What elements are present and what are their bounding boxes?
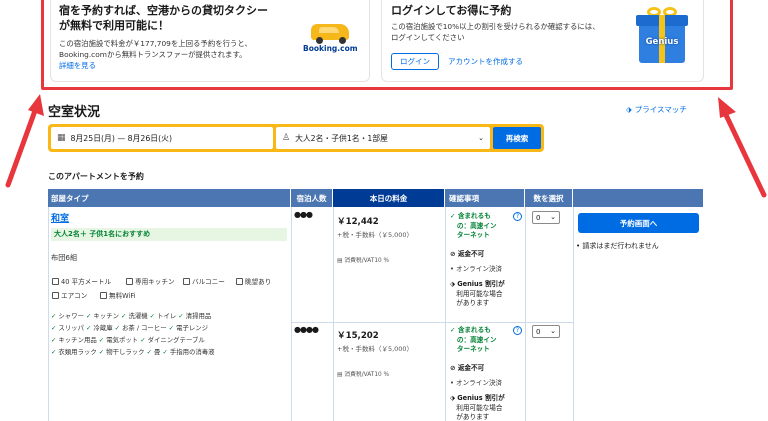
header-room-type: 部屋タイプ [48,189,291,207]
facility-size: 40 平方メートル [52,276,111,286]
rate2-help-icon[interactable]: ? [513,326,522,335]
rate1-genius: ⬗ Genius 割引が 利用可能な場合 があります [450,280,505,307]
bed-info: 布団6組 [51,253,78,262]
room-name-link[interactable]: 和室 [51,211,69,224]
rate1-quantity-select[interactable]: 0 ⌄ [532,211,560,224]
kitchen-icon [126,277,133,285]
guest-value: 大人2名・子供1名・1部屋 [295,133,388,143]
facility-balcony: バルコニー [183,276,225,286]
recommend-badge: 大人2名＋ 子供1名におすすめ [51,228,287,241]
rate2-persons-icon: ●●●● [294,325,319,334]
price-match-label: プライスマッチ [634,105,687,114]
chevron-down-icon: ⌄ [550,213,556,221]
header-blank [573,189,703,207]
reserve-button[interactable]: 予約画面へ [578,213,699,233]
rate2-genius: ⬗ Genius 割引が 利用可能な場合 があります [450,394,505,421]
person-icon: ♙ [282,133,291,143]
rate1-persons-icon: ●●● [294,210,313,219]
rate1-vat: ▤ 消費税/VAT10 % [337,258,390,264]
facility-view: 眺望あり [236,276,271,286]
rate2-price: ￥15,202 [337,331,379,341]
receipt-icon: ▤ [337,372,343,378]
header-guests: 宿泊人数 [291,189,333,207]
header-price-today: 本日の料金 [333,189,445,207]
page: 宿を予約すれば、空港からの貸切タクシー が無料で利用可能に！ この宿泊施設で料金… [0,0,768,421]
tag-icon: ⬗ [450,394,456,402]
amenities-row-2: ✓ スリッパ ✓ 冷蔵庫 ✓ お茶 / コーヒー ✓ 電子レンジ [51,324,209,332]
rate1-refund: ⊘ 返金不可 [450,250,485,258]
rate2-vat: ▤ 消費税/VAT10 % [337,372,390,378]
search-bar: ▦ 8月25日(月) — 8月26日(火) ♙ 大人2名・子供1名・1部屋 ⌄ … [48,124,544,152]
rate2-payment: • オンライン決済 [450,379,503,387]
rate1-tax: +税・手数料（￥5,000） [337,231,414,239]
amenities-row-1: ✓ シャワー ✓ キッチン ✓ 洗濯機 ✓ トイレ ✓ 清掃用品 [51,312,212,320]
no-refund-icon: ⊘ [450,250,456,258]
tag-icon: ⬗ [626,105,632,114]
amenities-row-3: ✓ キッチン用品 ✓ 電気ポット ✓ ダイニングテーブル [51,336,205,344]
availability-title: 空室状況 [48,105,101,120]
rate1-payment: • オンライン決済 [450,265,503,273]
header-conditions: 確認事項 [445,189,525,207]
facility-wifi: 無料WiFi [100,290,136,300]
chevron-down-icon: ⌄ [478,134,484,142]
area-icon [52,277,59,285]
rate1-price: ￥12,442 [337,217,379,227]
reserve-note: • 請求はまだ行われません [576,242,659,250]
calendar-icon: ▦ [57,133,66,143]
date-picker[interactable]: ▦ 8月25日(月) — 8月26日(火) [51,127,273,149]
facility-kitchen: 専用キッチン [126,276,175,286]
wifi-icon [100,291,107,299]
tag-icon: ⬗ [450,280,456,288]
book-apartment-title: このアパートメントを予約 [48,172,144,181]
rate2-refund: ⊘ 返金不可 [450,364,485,372]
search-again-button[interactable]: 再検索 [493,127,541,149]
amenities-row-4: ✓ 衣類用ラック ✓ 物干しラック ✓ 畳 ✓ 手指用の消毒液 [51,348,215,356]
rate2-tax: +税・手数料（￥5,000） [337,345,414,353]
view-icon [236,277,243,285]
date-range-value: 8月25日(月) — 8月26日(火) [70,133,172,143]
receipt-icon: ▤ [337,258,343,264]
aircon-icon [52,291,59,299]
chevron-down-icon: ⌄ [550,327,556,335]
rate1-help-icon[interactable]: ? [513,212,522,221]
rate2-quantity-select[interactable]: 0 ⌄ [532,325,560,338]
guest-selector[interactable]: ♙ 大人2名・子供1名・1部屋 ⌄ [276,127,490,149]
no-refund-icon: ⊘ [450,364,456,372]
header-select: 数を選択 [525,189,573,207]
price-match-link[interactable]: ⬗ プライスマッチ [626,104,687,115]
rate1-included: ✓ 含まれるも の：高速イン ターネット [450,212,497,239]
rate2-included: ✓ 含まれるも の：高速イン ターネット [450,326,497,353]
rooms-table: 部屋タイプ 宿泊人数 本日の料金 確認事項 数を選択 和室 大人2名＋ 子供1名… [48,189,703,421]
balcony-icon [183,277,190,285]
facility-aircon: エアコン [52,290,87,300]
